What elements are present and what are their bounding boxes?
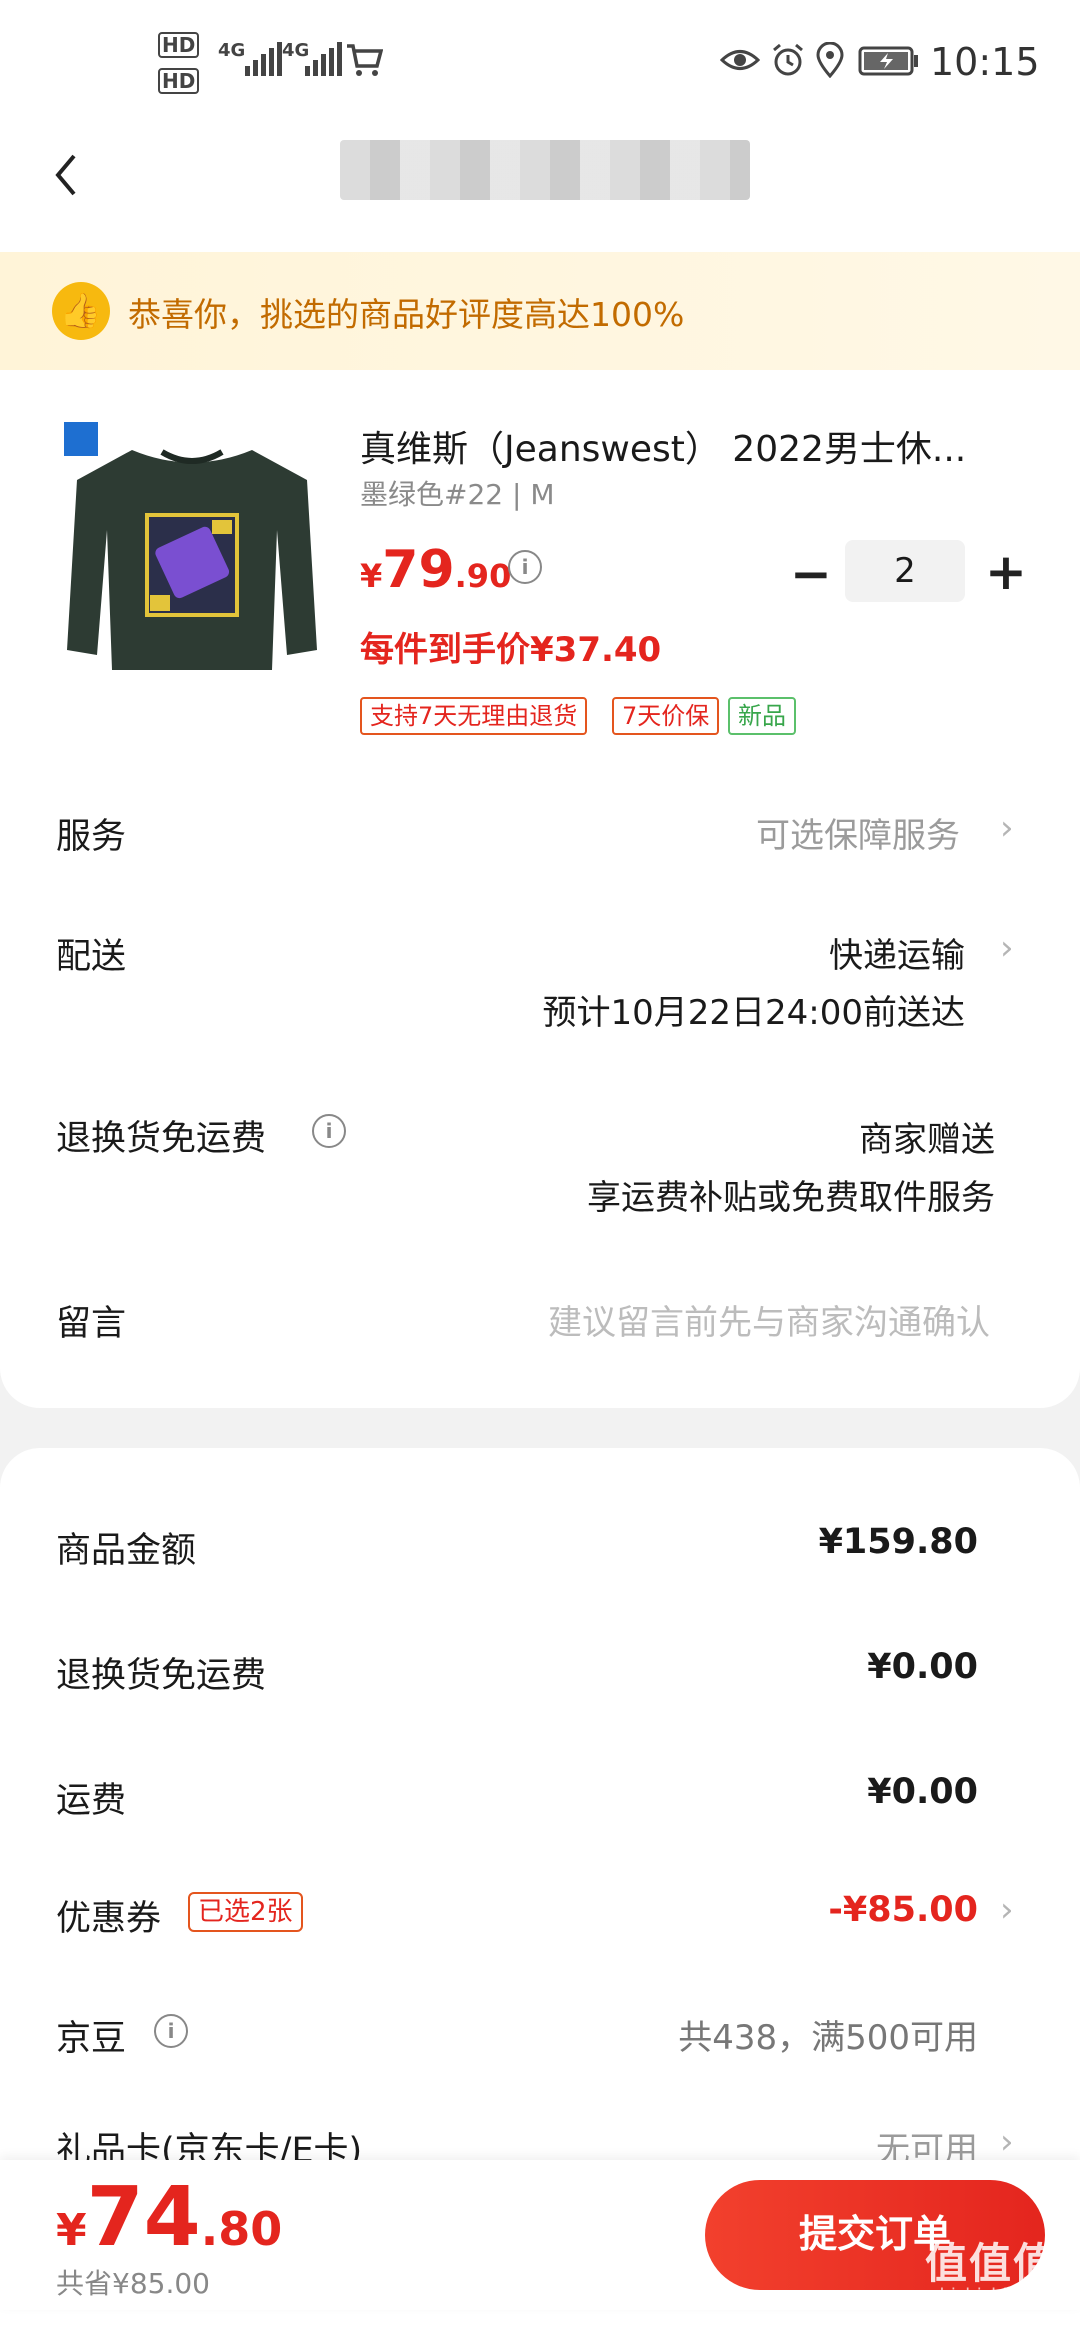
clock: 10:15 [930, 40, 1040, 84]
back-icon[interactable] [50, 150, 80, 200]
quantity-input[interactable]: 2 [845, 540, 965, 602]
tag-7day-return: 支持7天无理由退货 [360, 697, 588, 735]
currency-symbol: ¥ [360, 557, 383, 595]
price-integer: 79 [382, 540, 455, 600]
jingdou-label: 京豆 [56, 2019, 127, 2059]
message-label: 留言 [56, 1304, 127, 1344]
hd-badge: HD [158, 32, 200, 58]
chevron-right-icon[interactable]: › [1000, 2122, 1014, 2162]
total-price: ¥74.80 [56, 2170, 282, 2265]
saved-amount: 共省¥85.00 [56, 2267, 210, 2300]
thumbs-up-icon: 👍 [52, 282, 110, 340]
quantity-decrease-button[interactable]: − [790, 545, 832, 603]
location-icon [816, 42, 844, 78]
shipping-label: 运费 [56, 1781, 127, 1821]
signal-icon [305, 42, 342, 76]
alarm-icon [773, 43, 803, 76]
chevron-right-icon[interactable]: › [1000, 808, 1014, 848]
tag-new: 新品 [728, 697, 796, 735]
signal-icon [245, 42, 282, 76]
return-fee-summary-value: ¥0.00 [867, 1647, 978, 1687]
delivery-estimate: 预计10月22日24:00前送达 [542, 993, 965, 1033]
info-icon[interactable]: i [508, 550, 542, 584]
service-label: 服务 [56, 817, 127, 857]
delivery-method[interactable]: 快递运输 [829, 928, 965, 977]
quantity-increase-button[interactable]: + [985, 543, 1027, 601]
coupon-count-badge[interactable]: 已选2张 [188, 1892, 303, 1932]
goods-amount-label: 商品金额 [56, 1531, 197, 1571]
return-fee-summary-label: 退换货免运费 [56, 1656, 267, 1696]
coupon-value[interactable]: -¥85.00 [828, 1890, 978, 1930]
product-image[interactable] [62, 420, 322, 690]
total-decimal: .80 [200, 2202, 283, 2256]
watermark-site: zhizhizhi.com [930, 2285, 1052, 2306]
product-price: ¥79.90 [360, 540, 511, 600]
watermark-logo: 值值值 [925, 2239, 1058, 2288]
eye-icon [720, 50, 760, 70]
product-spec[interactable]: 墨绿色#22 | M [360, 473, 554, 513]
shipping-value: ¥0.00 [867, 1772, 978, 1812]
status-bar: HD HD 4G 4G 10:15 [0, 0, 1080, 125]
page-title-blurred [340, 140, 750, 200]
tag-price-protect: 7天价保 [612, 697, 720, 735]
total-integer: 74 [86, 2170, 201, 2265]
currency-symbol: ¥ [56, 2205, 87, 2256]
goods-amount-value: ¥159.80 [818, 1522, 978, 1562]
price-decimal: .90 [454, 557, 512, 595]
cart-icon [347, 44, 383, 76]
chevron-right-icon[interactable]: › [1000, 928, 1014, 968]
product-title[interactable]: 真维斯（Jeanswest） 2022男士休... [360, 420, 1000, 472]
network-type: 4G [218, 40, 246, 61]
return-fee-value: 商家赠送 [859, 1120, 995, 1160]
battery-icon [858, 46, 918, 76]
message-input[interactable]: 建议留言前先与商家沟通确认 [548, 1295, 990, 1344]
delivery-label: 配送 [56, 937, 127, 977]
info-icon[interactable]: i [312, 1114, 346, 1148]
chevron-right-icon[interactable]: › [1000, 1890, 1014, 1930]
coupon-label: 优惠券 [56, 1899, 162, 1939]
banner-text: 恭喜你，挑选的商品好评度高达100% [128, 295, 685, 334]
per-unit-price: 每件到手价¥37.40 [360, 630, 662, 670]
return-fee-label: 退换货免运费 [56, 1119, 267, 1159]
jingdou-value[interactable]: 共438，满500可用 [678, 2010, 978, 2059]
service-value[interactable]: 可选保障服务 [756, 808, 960, 857]
return-fee-desc: 享运费补贴或免费取件服务 [587, 1178, 995, 1218]
info-icon[interactable]: i [154, 2014, 188, 2048]
hd-badge: HD [158, 68, 200, 94]
